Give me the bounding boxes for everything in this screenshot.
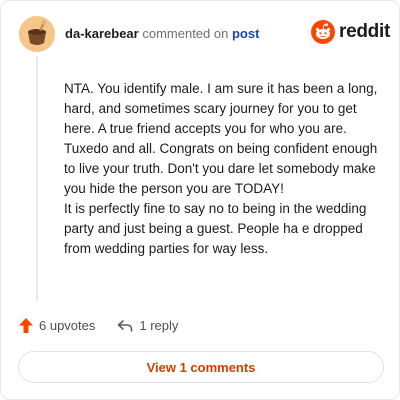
reddit-wordmark: reddit	[339, 21, 390, 42]
comment-card: da-karebear commented on post reddit NTA…	[0, 0, 400, 400]
author-name[interactable]: da-karebear	[65, 26, 139, 41]
reddit-logo-icon	[311, 20, 335, 44]
thread-line	[36, 57, 38, 301]
reply-arrow-icon	[118, 319, 133, 332]
comment-header: da-karebear commented on post	[65, 26, 259, 42]
avatar[interactable]	[19, 16, 55, 52]
comment-paragraph: It is perfectly fine to say no to being …	[64, 201, 367, 256]
comment-paragraph: NTA. You identify male. I am sure it has…	[64, 81, 378, 196]
avatar-image-icon	[19, 16, 55, 52]
reply-count: 1 reply	[139, 318, 179, 333]
action-text: commented on	[142, 26, 229, 41]
view-comments-button[interactable]: View 1 comments	[18, 351, 384, 383]
upvote-arrow-icon	[19, 318, 33, 333]
comment-actions: 6 upvotes 1 reply	[19, 318, 178, 333]
reply-button[interactable]: 1 reply	[117, 318, 178, 333]
upvote-count: 6 upvotes	[39, 318, 96, 333]
comment-body: NTA. You identify male. I am sure it has…	[64, 79, 386, 259]
reddit-brand[interactable]: reddit	[311, 20, 390, 44]
post-link[interactable]: post	[232, 26, 259, 41]
upvote-button[interactable]: 6 upvotes	[19, 318, 95, 333]
